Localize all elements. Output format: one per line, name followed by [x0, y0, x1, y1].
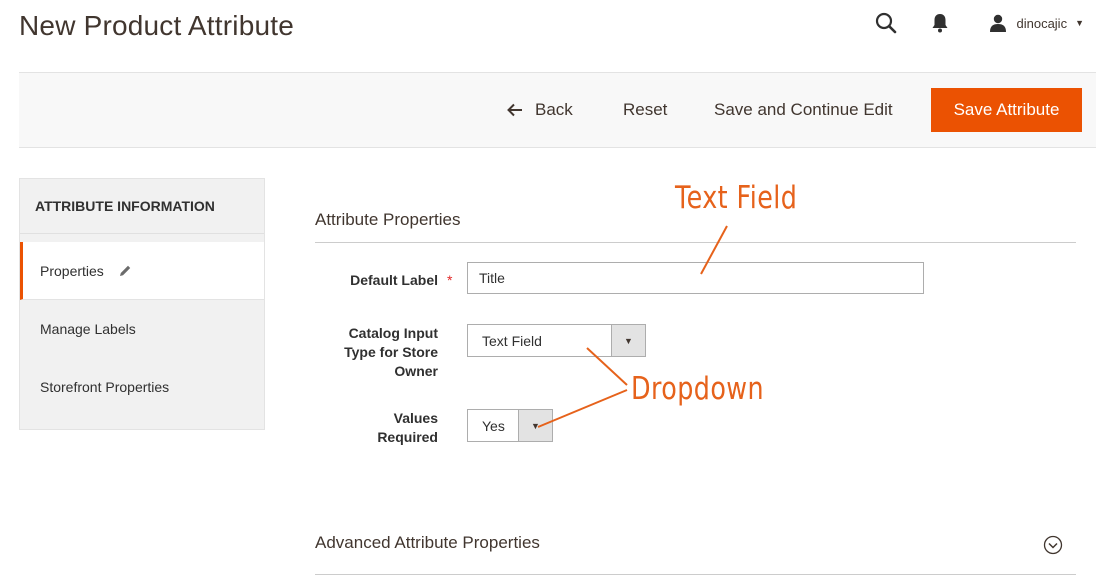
- annotation-text-field: Text Field: [675, 180, 798, 216]
- save-attribute-button[interactable]: Save Attribute: [931, 88, 1082, 132]
- sidebar-item-label: Storefront Properties: [40, 379, 170, 395]
- catalog-input-type-label: Catalog Input Type for Store Owner: [344, 325, 438, 379]
- reset-button[interactable]: Reset: [623, 88, 667, 132]
- back-label: Back: [535, 100, 573, 119]
- select-value: Text Field: [482, 332, 542, 349]
- annotation-dropdown: Dropdown: [631, 371, 765, 407]
- user-icon: [986, 11, 1010, 35]
- search-icon[interactable]: [874, 11, 898, 35]
- values-required-label: Values Required: [377, 410, 438, 445]
- sidebar-item-storefront-properties[interactable]: Storefront Properties: [20, 358, 264, 416]
- default-label-label: Default Label: [350, 272, 438, 288]
- sidebar-title: ATTRIBUTE INFORMATION: [20, 179, 264, 234]
- sidebar-item-properties[interactable]: Properties: [20, 242, 264, 300]
- expand-toggle-icon[interactable]: [1043, 535, 1063, 555]
- default-label-input[interactable]: [467, 262, 924, 294]
- catalog-input-type-select[interactable]: Text Field ▼: [467, 324, 646, 357]
- sidebar-item-label: Properties: [40, 262, 104, 279]
- user-menu[interactable]: dinocajic ▼: [986, 11, 1084, 35]
- back-button[interactable]: Back: [507, 88, 573, 132]
- attribute-info-sidebar: ATTRIBUTE INFORMATION Properties Manage …: [19, 178, 265, 430]
- required-mark: *: [447, 272, 453, 288]
- chevron-down-icon: ▼: [518, 410, 552, 441]
- bell-icon[interactable]: [928, 11, 952, 35]
- sidebar-item-label: Manage Labels: [40, 321, 136, 337]
- page-actions-bar: Back Reset Save and Continue Edit Save A…: [19, 72, 1096, 148]
- username: dinocajic: [1016, 15, 1068, 31]
- sidebar-item-manage-labels[interactable]: Manage Labels: [20, 300, 264, 358]
- pencil-icon: [118, 264, 132, 278]
- values-required-select[interactable]: Yes ▼: [467, 409, 553, 442]
- save-and-continue-button[interactable]: Save and Continue Edit: [714, 88, 893, 132]
- section-divider: [315, 242, 1076, 243]
- arrow-left-icon: [507, 103, 523, 117]
- select-value: Yes: [482, 417, 505, 434]
- advanced-divider: [315, 574, 1076, 575]
- section-title: Attribute Properties: [315, 210, 461, 229]
- caret-down-icon: ▼: [1075, 18, 1084, 28]
- page-title: New Product Attribute: [19, 10, 294, 41]
- chevron-down-icon: ▼: [611, 325, 645, 356]
- advanced-properties-title[interactable]: Advanced Attribute Properties: [315, 533, 540, 553]
- header-actions: dinocajic ▼: [874, 8, 1084, 38]
